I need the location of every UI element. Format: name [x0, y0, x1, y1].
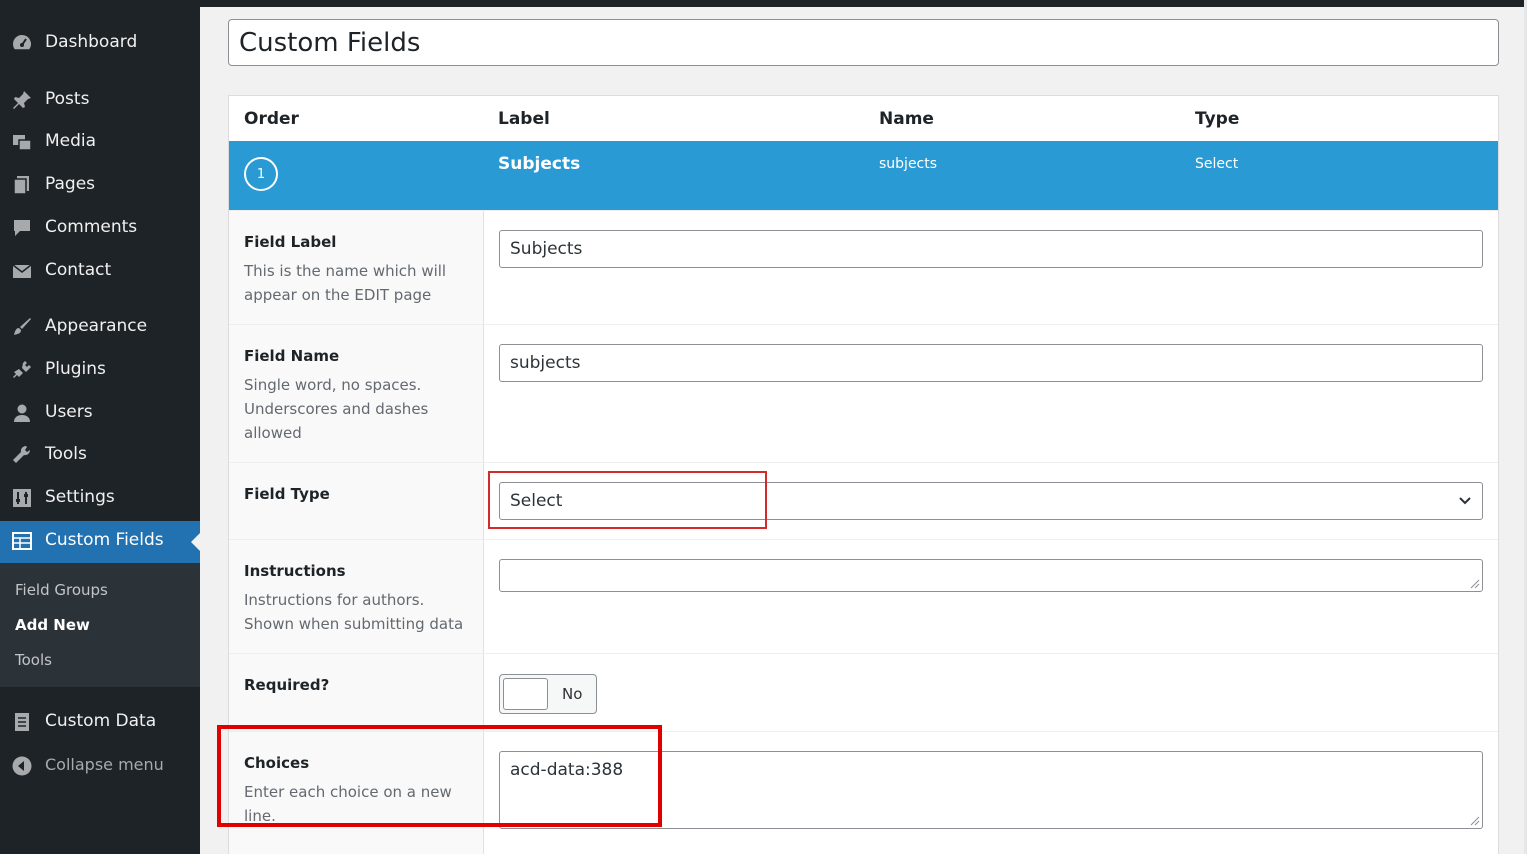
setting-field-label: Field Label This is the name which will … — [229, 210, 1498, 324]
required-title: Required? — [244, 676, 330, 694]
menu-users-label: Users — [45, 402, 93, 422]
header-label: Label — [498, 109, 550, 129]
field-type-title: Field Type — [244, 485, 330, 503]
menu-appearance-label: Appearance — [45, 316, 148, 336]
instructions-textarea[interactable] — [499, 559, 1483, 592]
header-order: Order — [244, 109, 299, 129]
resize-handle-icon[interactable] — [1470, 579, 1480, 589]
field-name-desc: Single word, no spaces. Underscores and … — [244, 376, 429, 442]
setting-required: Required? No — [229, 653, 1498, 731]
setting-required-cell: Required? — [229, 654, 484, 731]
wrench-icon — [13, 445, 31, 463]
setting-field-type: Field Type Select — [229, 462, 1498, 539]
fields-table-header: Order Label Name Type — [229, 96, 1498, 141]
menu-contact[interactable]: Contact — [0, 251, 200, 291]
current-menu-arrow — [191, 533, 200, 551]
menu-dashboard[interactable]: Dashboard — [0, 23, 200, 63]
menu-appearance[interactable]: Appearance — [0, 307, 200, 347]
submenu-add-new[interactable]: Add New — [15, 616, 90, 634]
choices-title: Choices — [244, 754, 310, 772]
menu-custom-fields[interactable]: Custom Fields — [0, 521, 200, 563]
menu-custom-fields-label: Custom Fields — [45, 530, 164, 550]
field-name-input[interactable]: subjects — [499, 344, 1483, 382]
admin-bar — [0, 0, 1527, 7]
order-handle[interactable]: 1 — [244, 157, 278, 191]
table-icon — [12, 532, 32, 550]
field-label-title: Field Label — [244, 233, 337, 251]
menu-pages-label: Pages — [45, 174, 96, 194]
chevron-down-icon — [1459, 497, 1471, 505]
setting-type-cell: Field Type — [229, 463, 484, 539]
required-toggle[interactable]: No — [499, 674, 597, 714]
field-row-name: subjects — [879, 156, 938, 172]
setting-name-cell: Field Name Single word, no spaces. Under… — [229, 325, 484, 462]
menu-comments-label: Comments — [45, 217, 138, 237]
fields-panel: Order Label Name Type 1 Subjects subject… — [228, 95, 1499, 854]
menu-posts-label: Posts — [45, 89, 90, 109]
settings-icon — [13, 489, 31, 507]
title-input[interactable]: Custom Fields — [228, 19, 1499, 66]
setting-label-cell: Field Label This is the name which will … — [229, 211, 484, 324]
user-icon — [14, 404, 30, 422]
field-row-type: Select — [1195, 156, 1239, 172]
menu-settings[interactable]: Settings — [0, 478, 200, 518]
menu-custom-data[interactable]: Custom Data — [0, 702, 200, 742]
comment-icon — [14, 220, 30, 236]
resize-handle-icon[interactable] — [1470, 816, 1480, 826]
field-name-title: Field Name — [244, 347, 340, 365]
menu-contact-label: Contact — [45, 260, 112, 280]
collapse-menu-label: Collapse menu — [45, 755, 164, 774]
menu-comments[interactable]: Comments — [0, 208, 200, 248]
header-type: Type — [1195, 109, 1240, 129]
menu-tools-label: Tools — [45, 444, 87, 464]
toggle-label: No — [562, 685, 583, 703]
brush-icon — [14, 318, 31, 335]
dashboard-icon — [13, 35, 31, 50]
field-row-subjects[interactable]: 1 Subjects subjects Select — [229, 141, 1498, 210]
menu-dashboard-label: Dashboard — [45, 32, 138, 52]
menu-custom-data-label: Custom Data — [45, 711, 157, 731]
pin-icon — [13, 91, 31, 109]
field-label-desc: This is the name which will appear on th… — [244, 262, 447, 304]
field-type-select-value: Select — [510, 491, 563, 511]
setting-instructions-cell: Instructions Instructions for authors. S… — [229, 540, 484, 653]
choices-value: acd-data:388 — [510, 760, 624, 780]
choices-textarea[interactable]: acd-data:388 — [499, 751, 1483, 829]
menu-media[interactable]: Media — [0, 122, 200, 162]
setting-choices: Choices Enter each choice on a new line.… — [229, 731, 1498, 854]
field-row-label[interactable]: Subjects — [498, 154, 580, 174]
menu-plugins-label: Plugins — [45, 359, 106, 379]
choices-desc: Enter each choice on a new line. — [244, 783, 452, 825]
setting-field-name: Field Name Single word, no spaces. Under… — [229, 324, 1498, 462]
menu-users[interactable]: Users — [0, 393, 200, 433]
document-icon — [15, 713, 29, 731]
plug-icon — [13, 361, 31, 378]
field-type-select[interactable]: Select — [499, 482, 1483, 520]
submenu-tools[interactable]: Tools — [15, 651, 52, 669]
menu-media-label: Media — [45, 131, 97, 151]
menu-posts[interactable]: Posts — [0, 80, 200, 120]
header-name: Name — [879, 109, 934, 129]
envelope-icon — [12, 264, 32, 278]
media-icon — [13, 135, 32, 151]
submenu-field-groups[interactable]: Field Groups — [15, 581, 108, 599]
pages-icon — [13, 176, 29, 195]
collapse-menu-button[interactable]: Collapse menu — [0, 746, 200, 786]
menu-plugins[interactable]: Plugins — [0, 350, 200, 390]
toggle-knob[interactable] — [503, 678, 548, 710]
menu-pages[interactable]: Pages — [0, 165, 200, 205]
setting-choices-cell: Choices Enter each choice on a new line. — [229, 732, 484, 854]
menu-tools[interactable]: Tools — [0, 435, 200, 475]
setting-instructions: Instructions Instructions for authors. S… — [229, 539, 1498, 653]
menu-settings-label: Settings — [45, 487, 115, 507]
collapse-icon — [12, 756, 32, 776]
field-label-input[interactable]: Subjects — [499, 230, 1483, 268]
instructions-title: Instructions — [244, 562, 346, 580]
admin-sidebar: Dashboard Posts Media Pages Comments Con… — [0, 0, 200, 854]
custom-fields-submenu: Field Groups Add New Tools — [0, 563, 200, 687]
instructions-desc: Instructions for authors. Shown when sub… — [244, 591, 464, 633]
